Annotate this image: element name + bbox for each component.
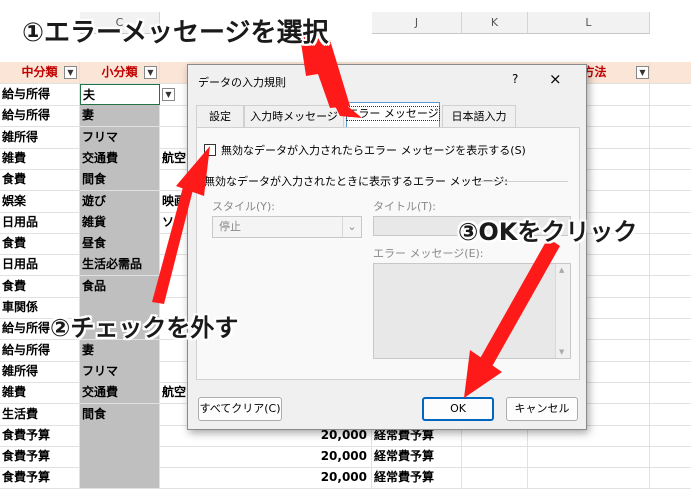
arrow-to-checkbox-head bbox=[176, 146, 210, 196]
annotation-step2: ②チェックを外す bbox=[50, 314, 239, 342]
annotation-step3: ③OKをクリック bbox=[458, 218, 638, 246]
arrow-to-checkbox bbox=[152, 176, 196, 304]
annotation-step1: ①エラーメッセージを選択 bbox=[22, 18, 329, 48]
arrow-to-ok bbox=[478, 238, 560, 370]
